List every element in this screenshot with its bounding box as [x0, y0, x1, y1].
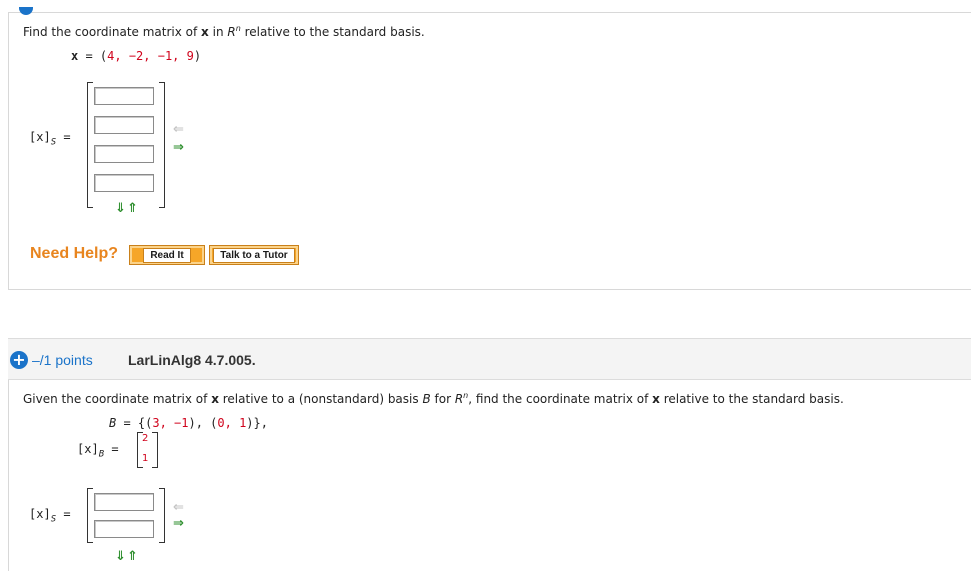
- read-it-button[interactable]: Read It: [129, 245, 205, 265]
- coord-bracket-right: [152, 432, 158, 468]
- matrix-bracket-left: [87, 82, 93, 208]
- talk-to-tutor-button[interactable]: Talk to a Tutor: [209, 245, 299, 265]
- answer-label: [x]S =: [29, 130, 71, 148]
- coord-value-2: 1: [142, 453, 149, 464]
- question-id: LarLinAlg8 4.7.005.: [128, 352, 256, 368]
- answer2-input-row-2[interactable]: [94, 520, 154, 538]
- remove-row-arrow-icon[interactable]: ⇑: [127, 202, 138, 215]
- question-status-icon: [19, 7, 33, 15]
- coord-value-1: 2: [142, 433, 149, 444]
- remove-column-arrow-icon[interactable]: ⇐: [173, 123, 184, 136]
- answer-input-row-4[interactable]: [94, 174, 154, 192]
- remove-column-arrow-icon-2[interactable]: ⇐: [173, 501, 184, 514]
- question-1-panel: Find the coordinate matrix of x in Rn re…: [8, 7, 971, 290]
- question-2-header: + –/1 points LarLinAlg8 4.7.005.: [8, 338, 971, 380]
- answer-input-row-3[interactable]: [94, 145, 154, 163]
- remove-row-arrow-icon-2[interactable]: ⇑: [127, 550, 138, 563]
- add-column-arrow-icon-2[interactable]: ⇒: [173, 517, 184, 530]
- answer2-input-row-1[interactable]: [94, 493, 154, 511]
- coord-label: [x]B =: [77, 442, 119, 460]
- answer-label-2: [x]S =: [29, 507, 71, 525]
- add-row-arrow-icon-2[interactable]: ⇓: [115, 550, 126, 563]
- matrix-bracket-right-2: [159, 488, 165, 543]
- matrix-bracket-right: [159, 82, 165, 208]
- need-help-label: Need Help?: [30, 245, 119, 262]
- expand-plus-icon[interactable]: +: [10, 351, 28, 369]
- matrix-bracket-left-2: [87, 488, 93, 543]
- add-row-arrow-icon[interactable]: ⇓: [115, 202, 126, 215]
- answer-input-row-1[interactable]: [94, 87, 154, 105]
- answer-input-row-2[interactable]: [94, 116, 154, 134]
- basis-definition: B = {(3, −1), (0, 1)},: [109, 416, 268, 430]
- question-2-prompt: Given the coordinate matrix of x relativ…: [23, 391, 844, 406]
- question-1-prompt: Find the coordinate matrix of x in Rn re…: [23, 24, 425, 39]
- points-label: –/1 points: [32, 352, 93, 368]
- vector-x-definition: x = (4, −2, −1, 9): [71, 49, 202, 63]
- vector-x-values: 4, −2, −1, 9: [107, 49, 194, 63]
- add-column-arrow-icon[interactable]: ⇒: [173, 141, 184, 154]
- question-2-panel: Given the coordinate matrix of x relativ…: [8, 380, 971, 571]
